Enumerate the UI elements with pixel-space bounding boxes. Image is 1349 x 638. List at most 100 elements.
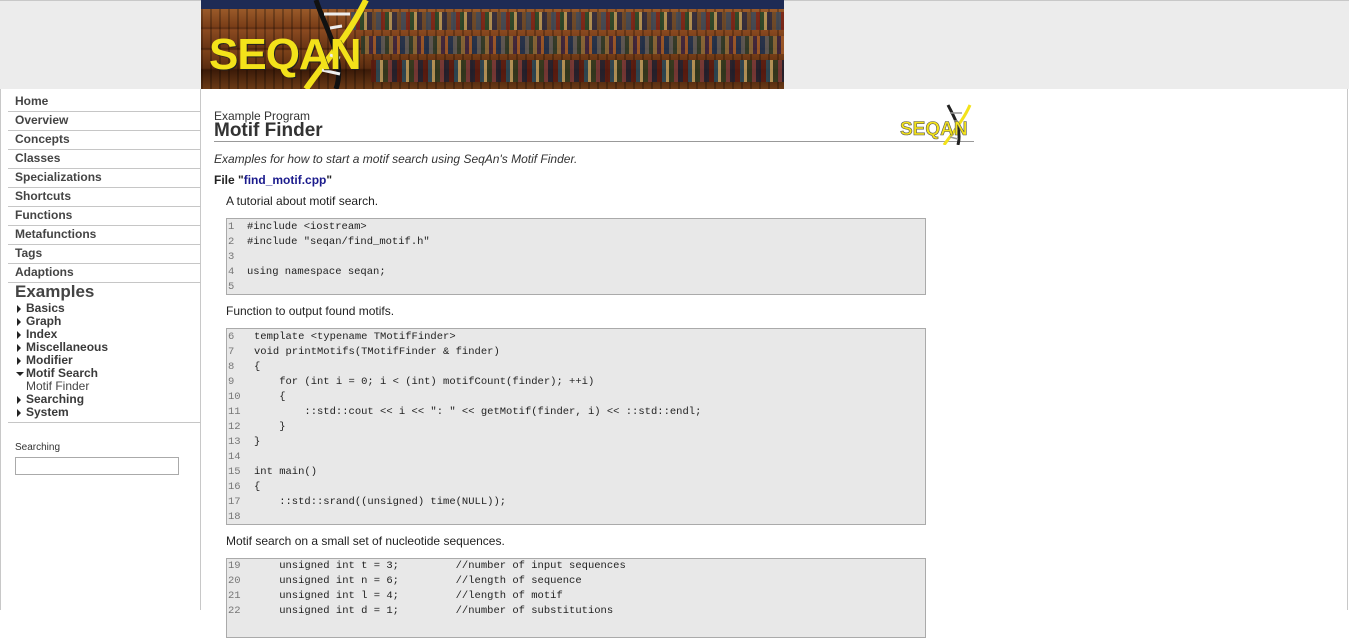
code-line: 7 void printMotifs(TMotifFinder & finder) [227,345,925,360]
line-number: 12 [228,421,241,433]
examples-tree: Basics Graph Index Miscellaneous Modifie… [15,302,195,419]
code-line: 8{ [227,360,925,375]
search-input[interactable] [15,457,179,475]
sidebar: Home Overview Concepts Classes Specializ… [0,89,201,610]
nav-functions[interactable]: Functions [8,207,201,226]
title-divider [214,141,974,142]
line-number: 6 [228,331,235,343]
examples-item-label[interactable]: Index [26,327,57,341]
code-line: 17 ::std::srand((unsigned) time(NULL)); [227,495,925,510]
line-number: 22 [228,605,241,617]
divider [8,422,201,423]
code-text: } [254,436,261,448]
nav-home[interactable]: Home [8,92,201,112]
code-text: template <typename TMotifFinder> [254,331,456,343]
banner-top-strip [201,0,784,9]
nav-classes[interactable]: Classes [8,150,201,169]
examples-item-label[interactable]: Graph [26,314,61,328]
books-row [351,12,784,30]
code-line: 11 ::std::cout << i << ": " << getMotif(… [227,405,925,420]
code-line: 14 [227,450,925,465]
books-row [371,60,784,82]
examples-item-label[interactable]: Miscellaneous [26,340,108,354]
code-line: 3 [227,250,925,265]
code-block: 6 template <typename TMotifFinder> 7 void p… [226,328,926,525]
seqan-small-logo: SEQAN [900,104,972,145]
nav-specializations[interactable]: Specializations [8,169,201,188]
line-number: 1 [228,221,235,233]
code-text: int main() [254,466,318,478]
line-number: 16 [228,481,241,493]
code-line: 9 for (int i = 0; i < (int) motifCount(f… [227,375,925,390]
examples-item-system[interactable]: System [15,406,195,419]
code-text: ::std::srand((unsigned) time(NULL)); [254,496,507,508]
code-text: { [254,361,261,373]
seqan-logo: SEQAN [209,30,361,79]
examples-item-label[interactable]: System [26,405,69,419]
triangle-right-icon[interactable] [17,396,21,404]
code-text: { [254,481,261,493]
main-nav: Home Overview Concepts Classes Specializ… [8,92,201,283]
code-text: ::std::cout << i << ": " << getMotif(fin… [254,406,702,418]
seqan-banner[interactable]: SEQAN [201,0,784,89]
nav-metafunctions[interactable]: Metafunctions [8,226,201,245]
triangle-right-icon[interactable] [17,357,21,365]
code-text: } [254,421,286,433]
examples-item-label[interactable]: Modifier [26,353,73,367]
triangle-right-icon[interactable] [17,305,21,313]
section-text: Motif search on a small set of nucleotid… [226,534,505,548]
triangle-right-icon[interactable] [17,318,21,326]
triangle-right-icon[interactable] [17,331,21,339]
code-text: unsigned int d = 1; //number of substitu… [254,605,614,617]
code-line: 1 #include <iostream> [227,220,925,235]
triangle-right-icon[interactable] [17,344,21,352]
line-number: 13 [228,436,241,448]
examples-item-label[interactable]: Motif Finder [26,379,89,393]
code-text: { [254,391,286,403]
code-line: 20 unsigned int n = 6; //length of seque… [227,574,925,589]
small-logo-text: SEQAN [900,119,968,140]
code-text: for (int i = 0; i < (int) motifCount(fin… [254,376,595,388]
line-number: 11 [228,406,241,418]
code-line: 19 unsigned int t = 3; //number of input… [227,559,925,574]
code-line: 6 template <typename TMotifFinder> [227,330,925,345]
line-number: 10 [228,391,241,403]
nav-shortcuts[interactable]: Shortcuts [8,188,201,207]
line-number: 3 [228,251,235,263]
code-block: 1 #include <iostream> 2 #include "seqan/fin… [226,218,926,295]
line-number: 4 [228,266,235,278]
nav-adaptions[interactable]: Adaptions [8,264,201,283]
code-line: 21 unsigned int l = 4; //length of motif [227,589,925,604]
examples-item-label[interactable]: Basics [26,301,65,315]
file-link[interactable]: find_motif.cpp [244,173,327,187]
file-suffix: " [326,173,333,187]
line-number: 18 [228,511,241,523]
code-line: 5 [227,280,925,295]
code-block: 19 unsigned int t = 3; //number of input… [226,558,926,638]
nav-concepts[interactable]: Concepts [8,131,201,150]
line-number: 14 [228,451,241,463]
code-line: 15 int main() [227,465,925,480]
code-text: using namespace seqan; [247,266,386,278]
triangle-down-icon[interactable] [16,372,24,376]
line-number: 20 [228,575,241,587]
books-row [361,36,784,54]
triangle-right-icon[interactable] [17,409,21,417]
examples-item-label[interactable]: Motif Search [26,366,98,380]
line-number: 19 [228,560,241,572]
examples-item-label[interactable]: Searching [26,392,84,406]
line-number: 8 [228,361,235,373]
line-number: 7 [228,346,235,358]
code-line: 22 unsigned int d = 1; //number of subst… [227,604,925,619]
examples-heading: Examples [15,282,95,301]
nav-overview[interactable]: Overview [8,112,201,131]
line-number: 2 [228,236,235,248]
file-prefix: File " [214,173,244,187]
file-line: File "find_motif.cpp" [214,173,332,187]
nav-tags[interactable]: Tags [8,245,201,264]
section-text: A tutorial about motif search. [226,194,379,208]
code-line: 18 [227,510,925,525]
page-title: Motif Finder [214,120,323,141]
section-text: Function to output found motifs. [226,304,395,318]
line-number: 21 [228,590,241,602]
